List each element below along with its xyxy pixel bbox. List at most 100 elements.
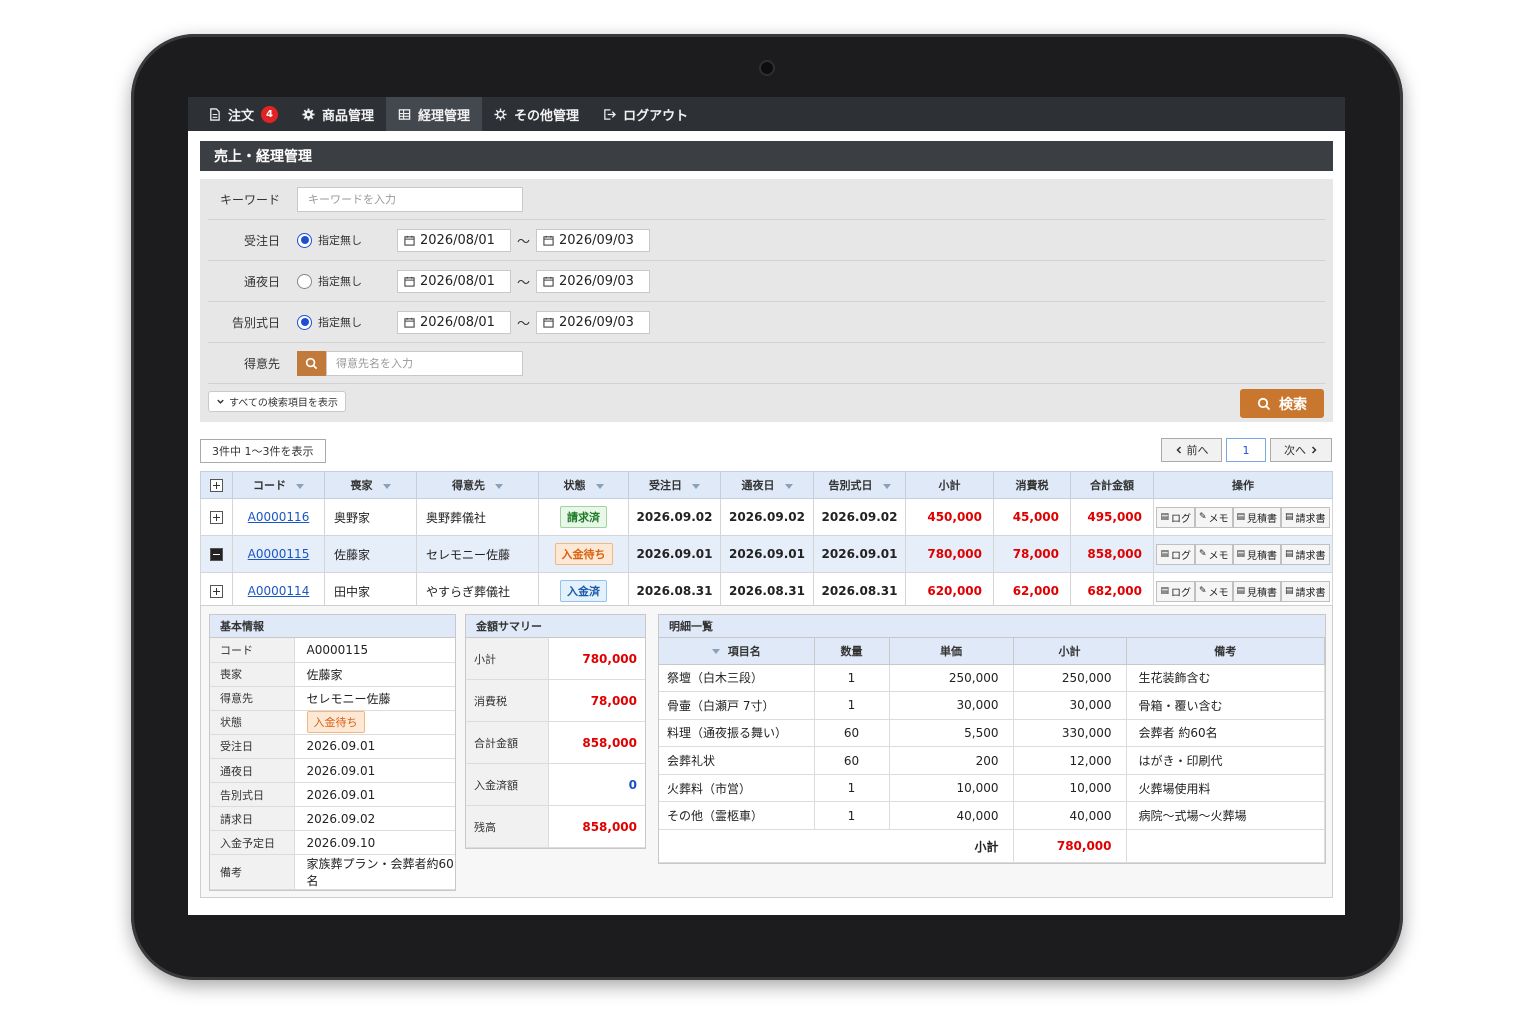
summary-row: 合計金額 858,000 xyxy=(466,721,645,765)
customer-cell: 奥野葬儀社 xyxy=(416,498,539,536)
op-button-0[interactable]: ▤ ログ xyxy=(1156,543,1195,565)
column-header[interactable]: コード xyxy=(232,471,325,499)
status-badge: 入金待ち xyxy=(554,543,613,565)
document-icon: ▤ xyxy=(1236,549,1246,559)
next-page-button[interactable]: 次へ xyxy=(1270,438,1332,462)
page-number-button[interactable]: 1 xyxy=(1226,438,1266,462)
nav-item-logout[interactable]: ログアウト xyxy=(591,97,700,131)
prev-page-button[interactable]: 前へ xyxy=(1161,438,1222,462)
operations-cell: ▤ ログ ✎ メモ ▤ 見積書 ▤ 請求書 xyxy=(1153,498,1333,536)
table-row[interactable]: A0000116 奥野家 奥野葬儀社 請求済 2026.09.02 2026.0… xyxy=(200,498,1333,536)
summary-box: 金額サマリー 小計 780,000 消費税 78,000 合計金額 858,000 入金済額… xyxy=(465,614,646,849)
chevron-down-icon xyxy=(217,399,224,404)
order-date-unspecified-radio[interactable]: 指定無し xyxy=(297,232,397,248)
items-column-header: 小計 xyxy=(1013,638,1127,665)
order-code-link[interactable]: A0000115 xyxy=(248,547,310,561)
summary-row: 消費税 78,000 xyxy=(466,679,645,723)
funeral-date-cell: 2026.09.01 xyxy=(813,535,906,573)
wake-date-row: 通夜日 指定無し 2026/08/01 ～ 2026/09/03 xyxy=(208,261,1325,302)
op-button-3[interactable]: ▤ 請求書 xyxy=(1281,543,1330,565)
wake-date-unspecified-radio[interactable]: 指定無し xyxy=(297,273,397,289)
funeral-date-from[interactable]: 2026/08/01 xyxy=(397,310,511,334)
summary-row: 入金済額 0 xyxy=(466,763,645,807)
subtotal-cell: 780,000 xyxy=(905,535,994,573)
order-date-row: 受注日 指定無し 2026/08/01 ～ 2026/09/03 xyxy=(208,220,1325,261)
search-icon xyxy=(305,357,318,369)
column-header[interactable]: 得意先 xyxy=(416,471,539,499)
sort-icon xyxy=(882,483,891,489)
nav-label: ログアウト xyxy=(623,108,689,124)
range-separator: ～ xyxy=(516,275,530,291)
info-row: 請求日 2026.09.02 xyxy=(210,806,455,832)
op-button-1[interactable]: ✎ メモ xyxy=(1194,543,1233,565)
wake-date-to[interactable]: 2026/09/03 xyxy=(536,269,650,293)
prev-label: 前へ xyxy=(1186,444,1209,457)
show-all-fields-toggle[interactable]: すべての検索項目を表示 xyxy=(208,391,346,412)
order-date-cell: 2026.08.31 xyxy=(628,572,721,610)
sort-icon xyxy=(692,483,700,489)
op-button-1[interactable]: ✎ メモ xyxy=(1194,580,1233,602)
document-icon: ▤ xyxy=(1160,549,1169,559)
status-badge: 入金済 xyxy=(560,580,607,602)
info-value: 2026.09.02 xyxy=(306,811,376,826)
item-qty: 60 xyxy=(814,746,890,775)
line-item-row: 祭壇（白木三段） 1 250,000 250,000 生花装飾含む xyxy=(659,664,1325,693)
op-button-3[interactable]: ▤ 請求書 xyxy=(1281,580,1330,602)
order-date-label: 受注日 xyxy=(243,233,280,248)
expand-all-header[interactable] xyxy=(200,471,233,499)
op-button-0[interactable]: ▤ ログ xyxy=(1156,506,1195,528)
customer-input[interactable]: 得意先名を入力 xyxy=(326,350,523,376)
table-row[interactable]: A0000114 田中家 やすらぎ葬儀社 入金済 2026.08.31 2026… xyxy=(200,572,1333,610)
nav-item-orders[interactable]: 注文 4 xyxy=(196,97,290,131)
pencil-icon: ✎ xyxy=(1198,512,1207,522)
info-value-cell: 2026.09.01 xyxy=(294,734,455,759)
op-button-1[interactable]: ✎ メモ xyxy=(1194,506,1233,528)
info-row: 告別式日 2026.09.01 xyxy=(210,782,455,808)
screen: 注文 4 商品管理 経理管理 その他管理 ログアウト 売上・経理管理 キーワード… xyxy=(188,97,1345,915)
column-header[interactable]: 通夜日 xyxy=(720,471,814,499)
nav-item-products[interactable]: 商品管理 xyxy=(290,97,386,131)
summary-key: 消費税 xyxy=(466,679,549,723)
summary-value: 0 xyxy=(548,763,645,807)
order-date-from[interactable]: 2026/08/01 xyxy=(397,228,511,252)
info-key: 入金予定日 xyxy=(210,830,295,856)
toggle-label: すべての検索項目を表示 xyxy=(229,398,338,409)
code-cell: A0000115 xyxy=(232,535,325,573)
keyword-input[interactable]: キーワードを入力 xyxy=(297,186,523,212)
order-count-badge: 4 xyxy=(261,105,279,123)
row-expander[interactable] xyxy=(200,572,233,610)
total-cell: 495,000 xyxy=(1070,498,1154,536)
row-expander[interactable] xyxy=(200,535,233,573)
op-button-2[interactable]: ▤ 見積書 xyxy=(1232,506,1282,528)
order-date-to[interactable]: 2026/09/03 xyxy=(536,228,650,252)
item-price: 200 xyxy=(889,746,1014,775)
summary-key: 残高 xyxy=(466,805,549,848)
status-badge: 請求済 xyxy=(560,506,607,528)
sort-icon xyxy=(784,483,793,489)
op-button-0[interactable]: ▤ ログ xyxy=(1156,580,1195,602)
column-header[interactable]: 受注日 xyxy=(628,471,721,499)
column-header[interactable]: 喪家 xyxy=(324,471,417,499)
op-button-2[interactable]: ▤ 見積書 xyxy=(1232,543,1282,565)
item-note: はがき・印刷代 xyxy=(1126,746,1325,775)
items-column-header[interactable]: 項目名 xyxy=(659,638,815,665)
order-code-link[interactable]: A0000116 xyxy=(248,510,310,524)
wake-date-from[interactable]: 2026/08/01 xyxy=(397,269,511,293)
table-row[interactable]: A0000115 佐藤家 セレモニー佐藤 入金待ち 2026.09.01 202… xyxy=(200,535,1333,573)
op-button-2[interactable]: ▤ 見積書 xyxy=(1232,580,1282,602)
customer-search-button[interactable] xyxy=(297,350,326,376)
nav-item-other[interactable]: その他管理 xyxy=(482,97,591,131)
search-button[interactable]: 検索 xyxy=(1240,389,1324,418)
op-button-3[interactable]: ▤ 請求書 xyxy=(1281,506,1330,528)
info-key: 通夜日 xyxy=(210,758,295,784)
operations-cell: ▤ ログ ✎ メモ ▤ 見積書 ▤ 請求書 xyxy=(1153,572,1333,610)
row-expander[interactable] xyxy=(200,498,233,536)
column-header[interactable]: 告別式日 xyxy=(813,471,906,499)
column-header[interactable]: 状態 xyxy=(538,471,629,499)
order-code-link[interactable]: A0000114 xyxy=(248,584,310,598)
info-value: セレモニー佐藤 xyxy=(306,691,391,706)
funeral-date-unspecified-radio[interactable]: 指定無し xyxy=(297,314,397,330)
funeral-date-to[interactable]: 2026/09/03 xyxy=(536,310,650,334)
radio-label: 指定無し xyxy=(318,234,362,247)
nav-item-accounting[interactable]: 経理管理 xyxy=(386,97,483,131)
